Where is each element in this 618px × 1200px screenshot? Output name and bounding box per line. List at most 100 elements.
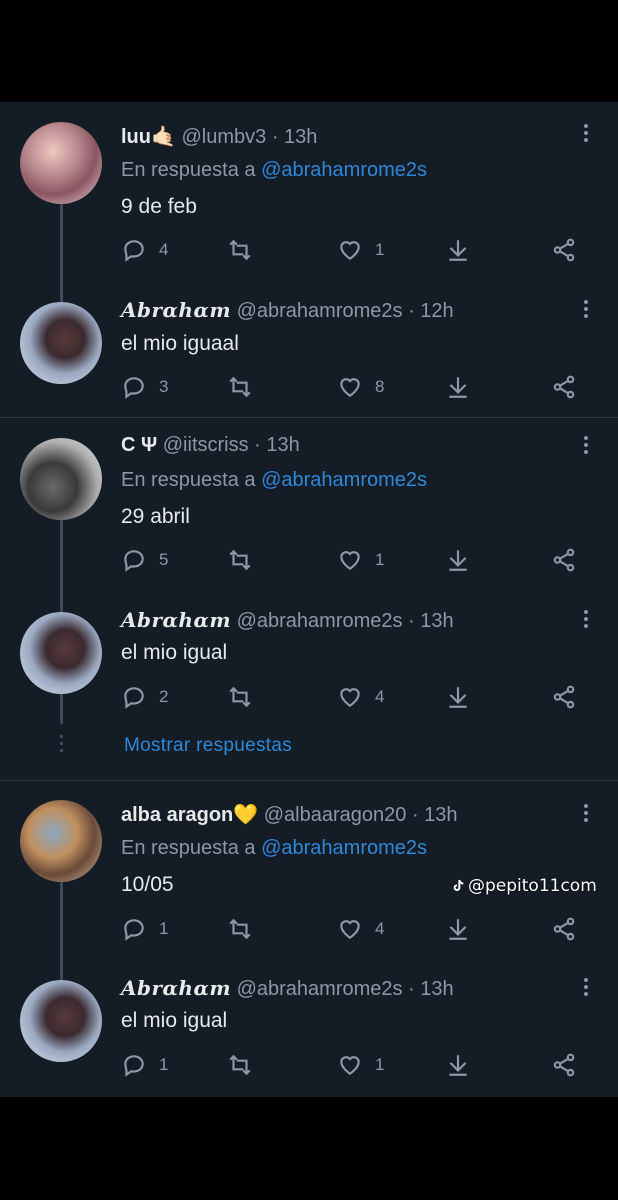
avatar[interactable] <box>20 438 102 520</box>
handle[interactable]: @abrahamrome2s <box>237 610 403 632</box>
reply-button[interactable]: 5 <box>121 545 168 575</box>
tweet-text: el mio igual <box>121 641 228 664</box>
display-name[interactable]: Abrαhαm <box>121 608 231 632</box>
timestamp[interactable]: · 12h <box>408 300 454 322</box>
display-name[interactable]: alba aragon💛 <box>121 804 258 826</box>
display-name[interactable]: C Ψ <box>121 434 157 456</box>
reply-button[interactable]: 1 <box>121 914 168 944</box>
like-count: 4 <box>375 919 385 938</box>
screen: luu🤙🏻 @lumbv3 · 13h En respuesta a @abra… <box>0 102 618 1097</box>
timestamp[interactable]: · 13h <box>408 978 454 1000</box>
avatar[interactable] <box>20 980 102 1062</box>
more-options-icon[interactable] <box>582 804 590 822</box>
save-button[interactable] <box>445 1050 471 1080</box>
tweet-text: el mio iguaal <box>121 332 239 355</box>
retweet-button[interactable] <box>227 545 265 575</box>
reply-button[interactable]: 2 <box>121 682 168 712</box>
reply-count: 3 <box>159 377 169 396</box>
handle[interactable]: @albaaragon20 <box>264 804 407 826</box>
share-icon <box>553 238 575 262</box>
tweet-text: 9 de feb <box>121 195 197 218</box>
download-arrow-icon <box>449 550 467 571</box>
like-button[interactable]: 1 <box>337 235 384 265</box>
timestamp[interactable]: · 13h <box>408 610 454 632</box>
tweet-header: Abrαhαm @abrahamrome2s · 13h <box>121 608 454 633</box>
like-count: 4 <box>375 687 385 706</box>
reply-icon <box>124 550 144 572</box>
reply-count: 4 <box>159 240 169 259</box>
thread-line <box>60 694 63 724</box>
reply-mention-link[interactable]: @abrahamrome2s <box>261 159 427 181</box>
handle[interactable]: @iitscriss <box>163 434 249 456</box>
heart-icon <box>340 688 360 707</box>
share-button[interactable] <box>551 914 577 944</box>
like-count: 8 <box>375 377 385 396</box>
save-button[interactable] <box>445 372 471 402</box>
download-arrow-icon <box>449 377 467 398</box>
tweet-actions: 2 4 <box>121 682 591 712</box>
reply-button[interactable]: 1 <box>121 1050 168 1080</box>
download-arrow-icon <box>449 1055 467 1076</box>
avatar[interactable] <box>20 122 102 204</box>
like-button[interactable]: 4 <box>337 914 384 944</box>
share-button[interactable] <box>551 235 577 265</box>
like-count: 1 <box>375 550 385 569</box>
display-name[interactable]: luu🤙🏻 <box>121 126 176 148</box>
reply-button[interactable]: 4 <box>121 235 168 265</box>
display-name[interactable]: Abrαhαm <box>121 298 231 322</box>
retweet-icon <box>229 549 251 571</box>
reply-mention-link[interactable]: @abrahamrome2s <box>261 837 427 859</box>
reply-button[interactable]: 3 <box>121 372 168 402</box>
share-button[interactable] <box>551 545 577 575</box>
more-options-icon[interactable] <box>582 124 590 142</box>
handle[interactable]: @abrahamrome2s <box>237 978 403 1000</box>
retweet-icon <box>229 376 251 398</box>
retweet-button[interactable] <box>227 682 265 712</box>
timestamp[interactable]: · 13h <box>412 804 458 826</box>
share-icon <box>553 1053 575 1077</box>
save-button[interactable] <box>445 682 471 712</box>
tiktok-icon <box>453 879 464 891</box>
save-button[interactable] <box>445 545 471 575</box>
reply-mention-link[interactable]: @abrahamrome2s <box>261 469 427 491</box>
share-icon <box>553 548 575 572</box>
like-button[interactable]: 4 <box>337 682 384 712</box>
share-button[interactable] <box>551 372 577 402</box>
like-button[interactable]: 1 <box>337 1050 384 1080</box>
reply-count: 2 <box>159 687 169 706</box>
show-replies-link[interactable]: Mostrar respuestas <box>124 735 292 757</box>
retweet-button[interactable] <box>227 372 265 402</box>
timestamp[interactable]: · 13h <box>272 126 318 148</box>
reply-prefix: En respuesta a <box>121 837 256 859</box>
reply-icon <box>124 919 144 941</box>
tweet-header: Abrαhαm @abrahamrome2s · 12h <box>121 298 454 323</box>
avatar[interactable] <box>20 302 102 384</box>
timestamp[interactable]: · 13h <box>254 434 300 456</box>
handle[interactable]: @lumbv3 <box>181 126 266 148</box>
tweet-text: el mio igual <box>121 1009 228 1032</box>
reply-context: En respuesta a @abrahamrome2s <box>121 469 427 492</box>
retweet-button[interactable] <box>227 235 265 265</box>
more-options-icon[interactable] <box>582 300 590 318</box>
tweet-actions: 1 1 <box>121 1050 591 1080</box>
tweet-header: C Ψ @iitscriss · 13h <box>121 434 300 457</box>
more-options-icon[interactable] <box>582 436 590 454</box>
share-icon <box>553 685 575 709</box>
handle[interactable]: @abrahamrome2s <box>237 300 403 322</box>
reply-icon <box>124 1055 144 1077</box>
thread-dots <box>60 735 63 755</box>
save-button[interactable] <box>445 914 471 944</box>
retweet-button[interactable] <box>227 914 265 944</box>
more-options-icon[interactable] <box>582 978 590 996</box>
share-button[interactable] <box>551 1050 577 1080</box>
like-button[interactable]: 8 <box>337 372 384 402</box>
save-button[interactable] <box>445 235 471 265</box>
like-count: 1 <box>375 1055 385 1074</box>
display-name[interactable]: Abrαhαm <box>121 976 231 1000</box>
avatar[interactable] <box>20 612 102 694</box>
like-button[interactable]: 1 <box>337 545 384 575</box>
retweet-button[interactable] <box>227 1050 265 1080</box>
avatar[interactable] <box>20 800 102 882</box>
more-options-icon[interactable] <box>582 610 590 628</box>
share-button[interactable] <box>551 682 577 712</box>
